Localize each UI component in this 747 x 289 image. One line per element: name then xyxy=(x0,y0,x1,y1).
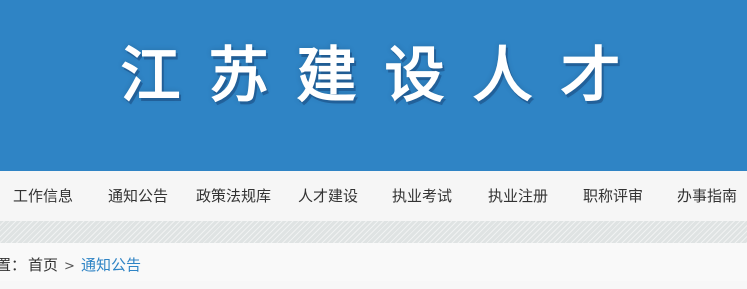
breadcrumb-home-link[interactable]: 首页 xyxy=(28,243,58,287)
nav-item-practice-registration[interactable]: 执业注册 xyxy=(488,171,548,221)
nav-item-work-info[interactable]: 工作信息 xyxy=(13,171,73,221)
nav-item-policy-library[interactable]: 政策法规库 xyxy=(196,171,271,221)
nav-item-talent-building[interactable]: 人才建设 xyxy=(298,171,358,221)
breadcrumb: 置： 首页 > 通知公告 xyxy=(0,243,747,281)
nav-item-practice-exam[interactable]: 执业考试 xyxy=(392,171,452,221)
site-title: 江苏建设人才 xyxy=(120,41,649,111)
nav-item-notices[interactable]: 通知公告 xyxy=(108,171,168,221)
breadcrumb-current-link[interactable]: 通知公告 xyxy=(81,243,141,287)
breadcrumb-location-label: 置： xyxy=(0,256,27,274)
decorative-stripe-divider xyxy=(0,221,747,243)
main-nav: 工作信息 通知公告 政策法规库 人才建设 执业考试 执业注册 职称评审 办事指南 xyxy=(0,171,747,222)
nav-item-service-guide[interactable]: 办事指南 xyxy=(677,171,737,221)
breadcrumb-separator: > xyxy=(64,259,75,274)
nav-item-title-review[interactable]: 职称评审 xyxy=(583,171,643,221)
header-banner: 江苏建设人才 xyxy=(0,0,747,171)
